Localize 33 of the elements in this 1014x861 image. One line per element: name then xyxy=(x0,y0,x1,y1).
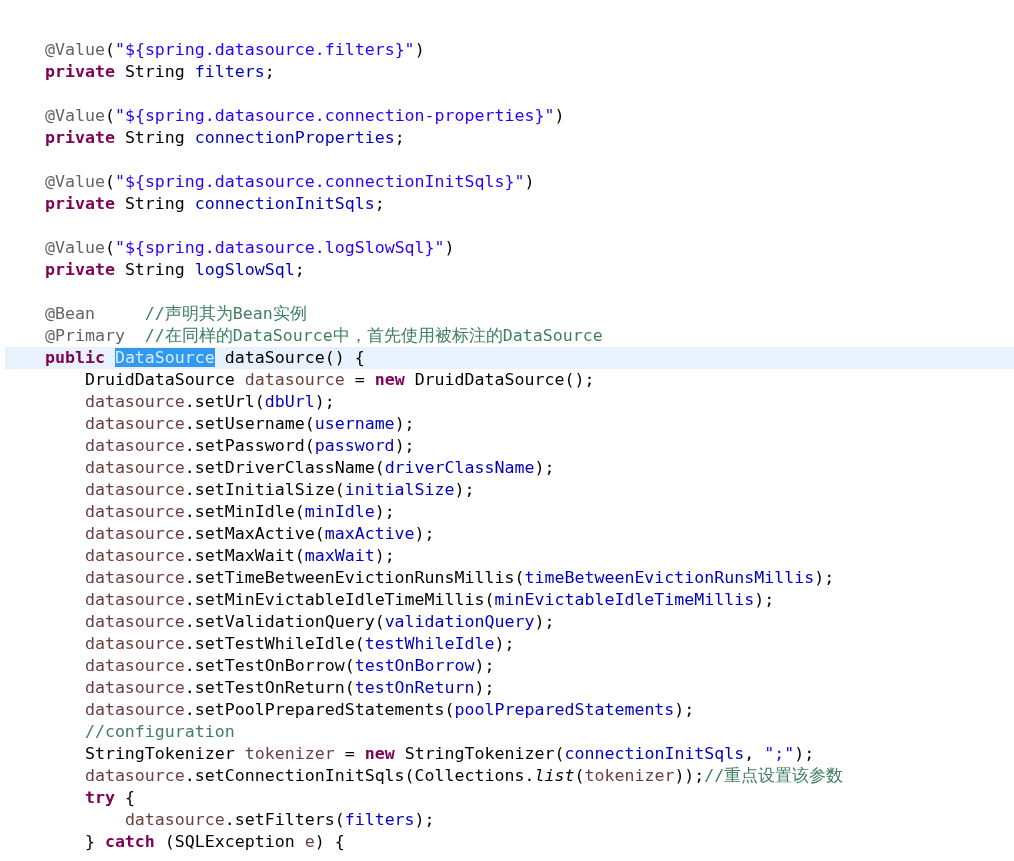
code-line: private String connectionProperties; xyxy=(44,127,405,149)
code-line: datasource.setMaxWait(maxWait); xyxy=(84,545,395,567)
code-line: datasource.setDriverClassName(driverClassName); xyxy=(84,457,555,479)
code-line: datasource.setMinIdle(minIdle); xyxy=(84,501,395,523)
code-line: @Value("${spring.datasource.filters}") xyxy=(44,39,425,61)
code-line: private String logSlowSql; xyxy=(44,259,305,281)
code-line: datasource.setInitialSize(initialSize); xyxy=(84,479,475,501)
code-line: datasource.setTimeBetweenEvictionRunsMillis(timeBetweenEvictionRunsMillis); xyxy=(84,567,835,589)
code-line: datasource.setTestWhileIdle(testWhileIdle); xyxy=(84,633,515,655)
code-line: datasource.setPoolPreparedStatements(poolPreparedStatements); xyxy=(84,699,695,721)
code-line: datasource.setPassword(password); xyxy=(84,435,415,457)
code-line: datasource.setTestOnReturn(testOnReturn); xyxy=(84,677,495,699)
code-line: datasource.setConnectionInitSqls(Collections.list(tokenizer));//重点设置该参数 xyxy=(84,765,844,787)
code-line: datasource.setUrl(dbUrl); xyxy=(84,391,335,413)
code-line: datasource.setValidationQuery(validationQuery); xyxy=(84,611,555,633)
code-line: //configuration xyxy=(84,721,235,743)
code-line: StringTokenizer tokenizer = new StringTokenizer(connectionInitSqls, ";"); xyxy=(84,743,815,765)
code-line: @Bean //声明其为Bean实例 xyxy=(44,303,307,325)
code-line: private String connectionInitSqls; xyxy=(44,193,385,215)
code-line: @Value("${spring.datasource.connectionInitSqls}") xyxy=(44,171,535,193)
code-line: @Value("${spring.datasource.logSlowSql}") xyxy=(44,237,455,259)
code-line: datasource.setFilters(filters); xyxy=(124,809,435,831)
code-line: datasource.setMaxActive(maxActive); xyxy=(84,523,435,545)
code-line: DruidDataSource datasource = new DruidDataSource(); xyxy=(84,369,595,391)
code-line: public DataSource dataSource() { xyxy=(44,347,365,369)
code-line: datasource.setTestOnBorrow(testOnBorrow); xyxy=(84,655,495,677)
code-line: } catch (SQLException e) { xyxy=(84,831,345,853)
code-line: try { xyxy=(84,787,135,809)
code-line: private String filters; xyxy=(44,61,275,83)
code-line: @Primary //在同样的DataSource中，首先使用被标注的DataSource xyxy=(44,325,603,347)
code-line: @Value("${spring.datasource.connection-properties}") xyxy=(44,105,565,127)
code-line: datasource.setMinEvictableIdleTimeMillis(minEvictableIdleTimeMillis); xyxy=(84,589,775,611)
code-line: datasource.setUsername(username); xyxy=(84,413,415,435)
